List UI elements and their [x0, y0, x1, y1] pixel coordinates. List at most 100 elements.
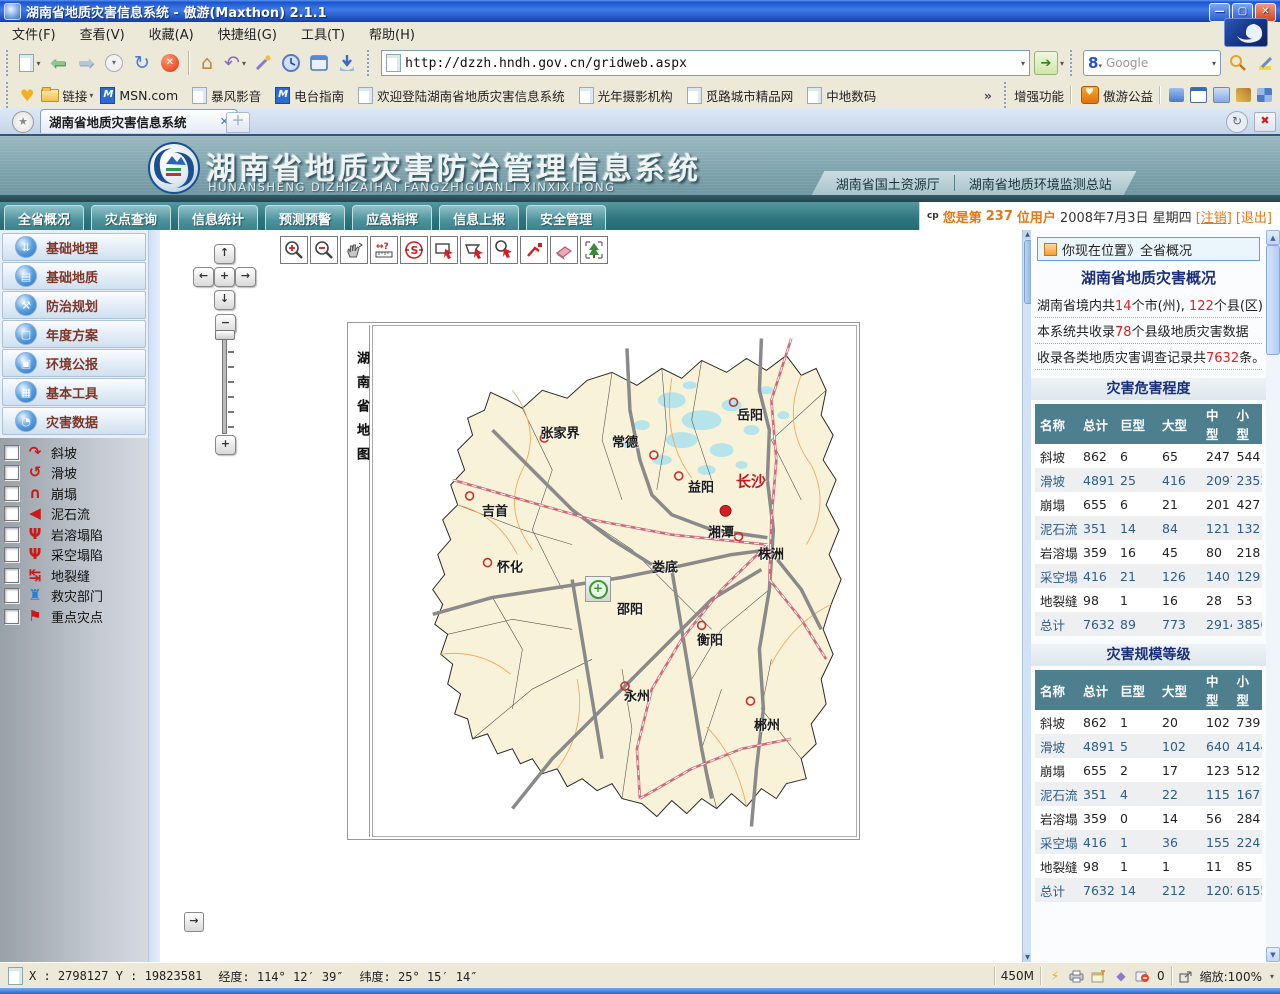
- select-rectangle-button[interactable]: [430, 236, 458, 264]
- map-canvas[interactable]: 张家界 常德 岳阳 益阳 长沙 吉首 湘潭: [372, 325, 857, 837]
- sidebar-group-bar[interactable]: ▣ 环境公报: [2, 349, 146, 377]
- layer-row[interactable]: Ψ 岩溶塌陷: [4, 524, 148, 544]
- full-extent-button[interactable]: [580, 236, 608, 264]
- printer-icon[interactable]: [1069, 969, 1085, 983]
- select-polygon-button[interactable]: [460, 236, 488, 264]
- link-item[interactable]: 光年摄影机构: [579, 86, 673, 105]
- addressbar-grip[interactable]: [367, 50, 373, 76]
- go-dropdown-icon[interactable]: ▾: [1060, 59, 1064, 68]
- layer-checkbox[interactable]: [4, 568, 19, 583]
- layer-row[interactable]: ↺ 滑坡: [4, 463, 148, 483]
- map-hscroll-right-button[interactable]: →: [184, 912, 204, 932]
- zoom-slider-plus-button[interactable]: +: [215, 435, 236, 455]
- nav-tab[interactable]: 预测预警: [265, 205, 345, 233]
- links-label[interactable]: 链接: [62, 86, 87, 105]
- links-folder-icon[interactable]: [41, 89, 59, 102]
- search-dropdown-icon[interactable]: ▾: [1212, 59, 1216, 68]
- favorites-heart-icon[interactable]: ♥: [20, 86, 34, 105]
- link-item[interactable]: MSN.com: [100, 87, 178, 104]
- brush-icon[interactable]: [1236, 88, 1251, 102]
- new-page-button[interactable]: ▾: [17, 49, 43, 77]
- page-scrollbar[interactable]: ▲ ▼: [1266, 230, 1280, 962]
- link-item[interactable]: 中地数码: [807, 86, 876, 105]
- boost-icon[interactable]: ⚡: [1047, 969, 1063, 983]
- link-item[interactable]: 电台指南: [275, 86, 344, 105]
- nav-tab[interactable]: 信息上报: [439, 205, 519, 233]
- reopen-tab-icon[interactable]: ↻: [1226, 111, 1248, 133]
- eraser-button[interactable]: [550, 236, 578, 264]
- measure-distance-button[interactable]: ↔?: [370, 236, 398, 264]
- sidebar-group-bar[interactable]: ▢ 年度方案: [2, 320, 146, 348]
- layer-checkbox[interactable]: [4, 588, 19, 603]
- menu-item[interactable]: 工具(T): [289, 22, 357, 45]
- forward-button[interactable]: ➡: [73, 49, 99, 77]
- banner-link-land-resources[interactable]: 湖南省国土资源厅: [836, 174, 940, 193]
- nav-tab[interactable]: 安全管理: [526, 205, 606, 233]
- select-circle-button[interactable]: [490, 236, 518, 264]
- close-tab-icon[interactable]: ✖: [1254, 112, 1276, 132]
- address-bar[interactable]: http://dzzh.hndh.gov.cn/gridweb.aspx ▾: [381, 50, 1030, 76]
- layer-row[interactable]: ◀ 泥石流: [4, 504, 148, 524]
- layer-checkbox[interactable]: [4, 547, 19, 562]
- pan-down-button[interactable]: ↓: [214, 290, 235, 310]
- new-tab-button[interactable]: ＋: [226, 112, 250, 133]
- download-button[interactable]: [334, 49, 360, 77]
- zoom-slider-thumb[interactable]: [215, 330, 235, 340]
- menu-item[interactable]: 快捷组(G): [206, 22, 289, 45]
- layer-row[interactable]: ♜ 救灾部门: [4, 586, 148, 606]
- zoom-dropdown-icon[interactable]: ▾: [1270, 972, 1274, 981]
- charity-label[interactable]: 傲游公益: [1103, 86, 1153, 105]
- page-scroll-up[interactable]: ▲: [1266, 230, 1280, 245]
- plugins-grip[interactable]: [1004, 82, 1010, 108]
- home-button[interactable]: ⌂: [194, 49, 220, 77]
- maxthon-charity-icon[interactable]: [1081, 86, 1099, 104]
- plugins-label[interactable]: 增强功能: [1014, 86, 1064, 105]
- history-dropdown-button[interactable]: ▾: [101, 49, 127, 77]
- link-item[interactable]: 欢迎登陆湖南省地质灾害信息系统: [358, 86, 565, 105]
- resize-icon[interactable]: [1178, 969, 1194, 983]
- layer-row[interactable]: ↹ 地裂缝: [4, 565, 148, 585]
- measure-area-button[interactable]: S: [400, 236, 428, 264]
- session-window-icon[interactable]: [306, 49, 332, 77]
- menu-item[interactable]: 查看(V): [68, 22, 137, 45]
- logout-link[interactable]: [注销]: [1196, 207, 1232, 226]
- blocked-popup-icon[interactable]: [1135, 969, 1151, 983]
- layer-checkbox[interactable]: [4, 486, 19, 501]
- layer-row[interactable]: Ψ 采空塌陷: [4, 545, 148, 565]
- go-button[interactable]: ➔: [1034, 51, 1058, 75]
- toolbar-grip[interactable]: [6, 50, 12, 76]
- link-item[interactable]: 暴风影音: [192, 86, 261, 105]
- refresh-button[interactable]: ↻: [129, 49, 155, 77]
- active-tab[interactable]: 湖南省地质灾害信息系统 ✕: [40, 109, 238, 133]
- pan-right-button[interactable]: →: [235, 267, 256, 287]
- back-button[interactable]: ⬅: [45, 49, 71, 77]
- layer-row[interactable]: ∩ 崩塌: [4, 483, 148, 503]
- messenger-icon[interactable]: [1169, 88, 1184, 102]
- banner-link-geo-monitoring[interactable]: 湖南省地质环境监测总站: [969, 174, 1112, 193]
- stop-button[interactable]: ✕: [157, 49, 183, 77]
- menu-item[interactable]: 帮助(H): [357, 22, 427, 45]
- sidebar-group-bar[interactable]: ▤ 基础地质: [2, 262, 146, 290]
- gesture-icon[interactable]: ◆: [1113, 969, 1129, 983]
- grid-icon[interactable]: [1257, 88, 1272, 102]
- page-scroll-thumb[interactable]: [1266, 245, 1280, 355]
- history-clock-icon[interactable]: [278, 49, 304, 77]
- sidebar-group-bar[interactable]: ◔ 灾害数据: [2, 407, 146, 435]
- nav-tab[interactable]: 全省概况: [4, 205, 84, 233]
- layer-row[interactable]: ⚑ 重点灾点: [4, 606, 148, 626]
- map-marker-tool[interactable]: +: [585, 576, 611, 602]
- highlight-icon[interactable]: [1253, 49, 1279, 77]
- exit-link[interactable]: [退出]: [1236, 207, 1272, 226]
- search-grip[interactable]: [1070, 50, 1076, 76]
- nav-tab[interactable]: 灾点查询: [91, 205, 171, 233]
- url-dropdown-icon[interactable]: ▾: [1021, 59, 1025, 68]
- notes-icon[interactable]: [1213, 87, 1230, 103]
- pan-hand-button[interactable]: [340, 236, 368, 264]
- layer-checkbox[interactable]: [4, 609, 19, 624]
- google-icon[interactable]: 8▾: [1088, 54, 1102, 72]
- layer-checkbox[interactable]: [4, 465, 19, 480]
- layer-row[interactable]: ↷ 斜坡: [4, 442, 148, 462]
- pan-left-button[interactable]: ←: [193, 267, 214, 287]
- nav-tab[interactable]: 应急指挥: [352, 205, 432, 233]
- window-tool-icon[interactable]: [1190, 87, 1207, 103]
